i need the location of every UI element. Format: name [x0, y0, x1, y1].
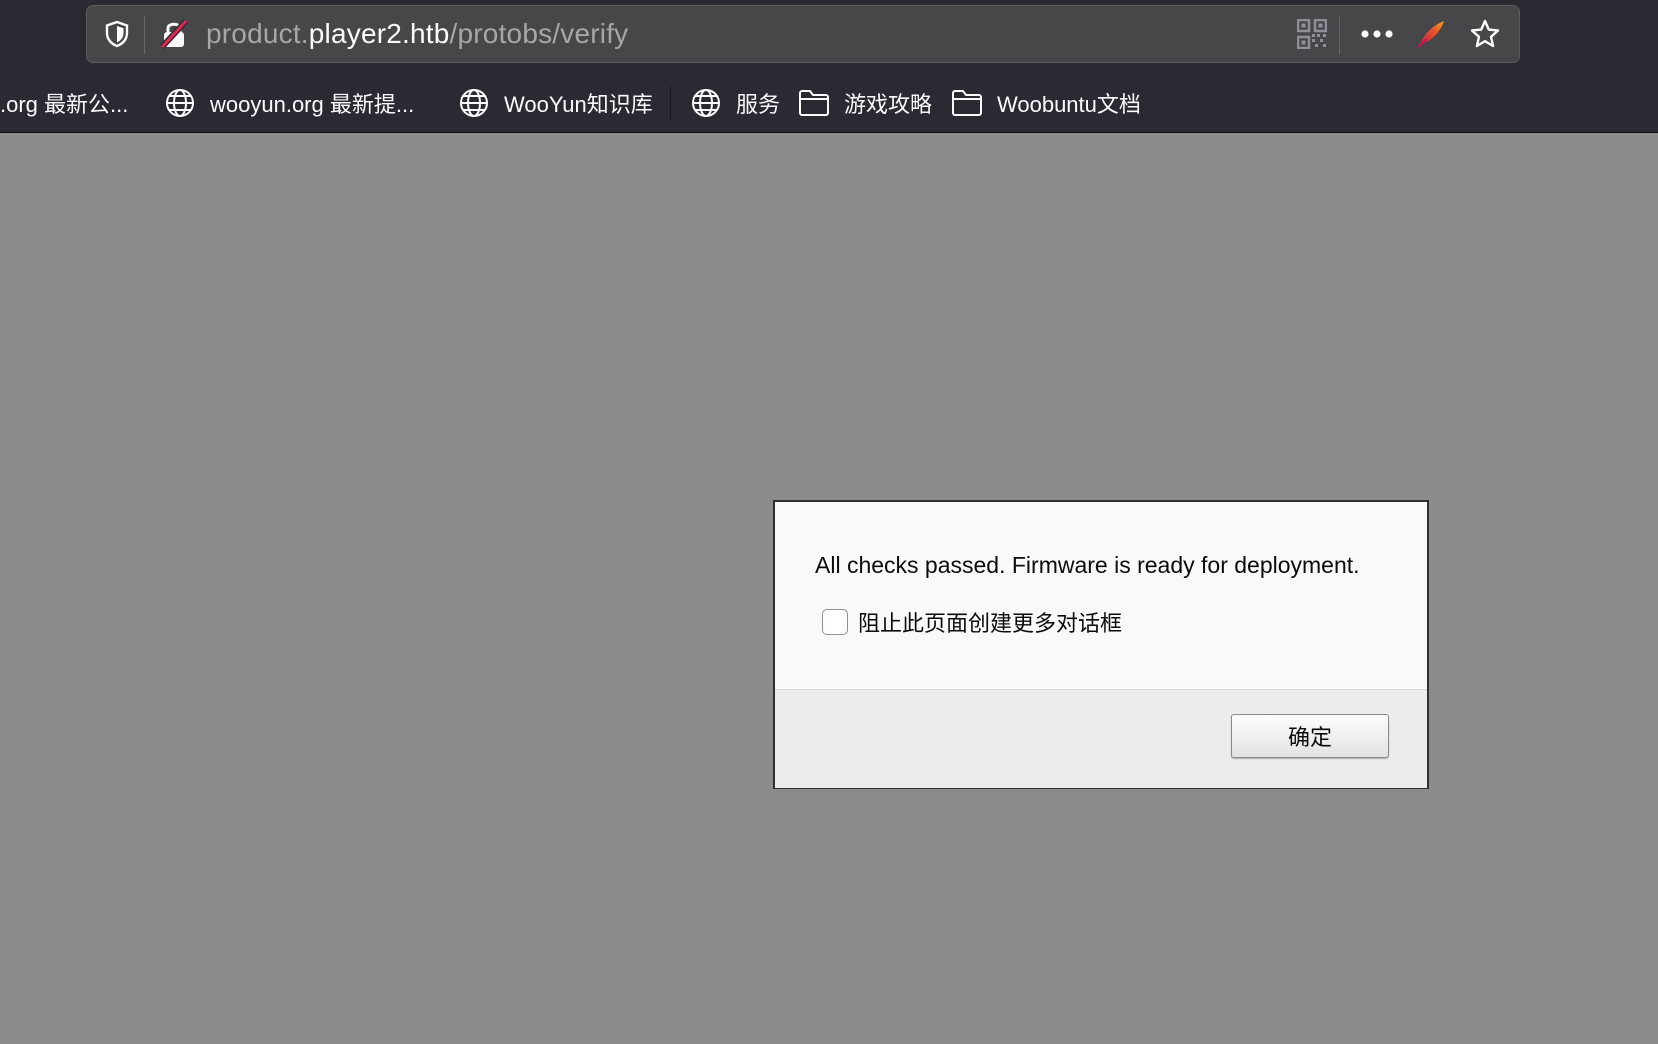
suppress-dialogs-label[interactable]: 阻止此页面创建更多对话框 — [858, 606, 1122, 638]
bookmarks-toolbar: .org 最新公... wooyun.org 最新提... WooYun知识库 … — [0, 78, 1658, 128]
globe-icon — [458, 87, 490, 119]
bookmark-label: .org 最新公... — [0, 92, 129, 117]
url-text[interactable]: product.player2.htb/protobs/verify — [206, 6, 628, 62]
browser-toolbar: product.player2.htb/protobs/verify .org … — [0, 0, 1658, 133]
urlbar-separator — [1339, 16, 1340, 54]
qr-code-icon[interactable] — [1292, 6, 1332, 62]
dialog-footer: 确定 — [775, 689, 1427, 788]
url-prefix: product. — [206, 18, 309, 49]
suppress-dialogs-checkbox[interactable] — [822, 609, 848, 635]
insecure-lock-icon[interactable] — [153, 6, 195, 62]
bookmark-item[interactable]: wooyun.org 最新提... — [164, 78, 414, 128]
folder-icon — [951, 89, 983, 117]
feather-icon[interactable] — [1411, 6, 1451, 62]
globe-icon — [164, 87, 196, 119]
url-host: player2.htb — [308, 18, 450, 49]
suppress-dialogs-option[interactable]: 阻止此页面创建更多对话框 — [822, 606, 1122, 638]
bookmark-item[interactable]: .org 最新公... — [0, 78, 128, 128]
bookmark-label: WooYun知识库 — [504, 92, 653, 117]
url-bar[interactable]: product.player2.htb/protobs/verify — [86, 5, 1520, 63]
folder-icon — [798, 89, 830, 117]
urlbar-separator — [144, 16, 145, 54]
bookmark-folder[interactable]: Woobuntu文档 — [951, 78, 1141, 128]
bookmark-label: Woobuntu文档 — [997, 92, 1141, 117]
bookmark-label: 服务 — [736, 92, 781, 117]
alert-dialog: All checks passed. Firmware is ready for… — [773, 500, 1429, 789]
globe-icon — [690, 87, 722, 119]
shield-icon[interactable] — [99, 6, 135, 62]
bookmark-item[interactable]: WooYun知识库 — [458, 78, 653, 128]
bookmark-folder[interactable]: 游戏攻略 — [798, 78, 932, 128]
bookmark-item[interactable]: 服务 — [690, 78, 780, 128]
dialog-message: All checks passed. Firmware is ready for… — [815, 552, 1360, 578]
bookmark-separator — [670, 86, 671, 120]
bookmark-label: wooyun.org 最新提... — [210, 92, 415, 117]
star-icon[interactable] — [1465, 6, 1505, 62]
bookmark-label: 游戏攻略 — [844, 92, 933, 117]
ok-button[interactable]: 确定 — [1231, 714, 1389, 758]
more-horizontal-icon[interactable] — [1357, 6, 1397, 62]
url-path: /protobs/verify — [449, 18, 629, 49]
